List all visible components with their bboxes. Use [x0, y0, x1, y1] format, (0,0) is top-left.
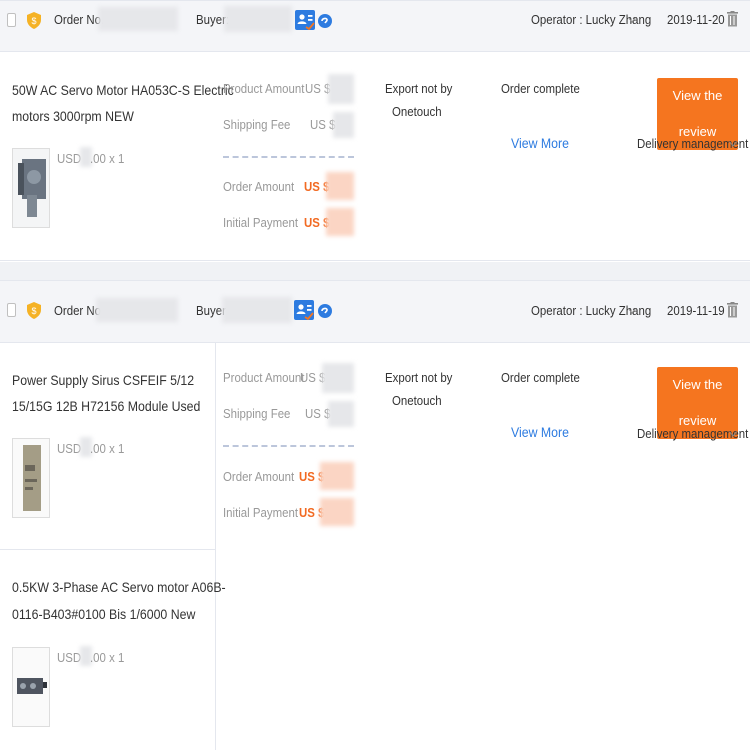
buyer-redacted	[222, 297, 292, 323]
contact-card-icon[interactable]	[295, 10, 315, 30]
checkbox-icon[interactable]	[7, 13, 16, 27]
product-price-prefix: USD	[57, 650, 82, 665]
order-status: Order complete	[501, 370, 580, 385]
order-amount-redacted	[320, 462, 354, 490]
gold-shield-icon: $	[27, 302, 41, 319]
shipping-fee-redacted	[333, 112, 354, 138]
shipping-fee-redacted	[328, 401, 354, 427]
view-more-link[interactable]: View More	[511, 135, 569, 151]
item-column-divider	[215, 343, 216, 750]
order-body: Power Supply Sirus CSFEIF 5/12 15/15G 12…	[0, 343, 750, 750]
shipping-fee-value: US $	[305, 406, 331, 421]
chevron-down-icon[interactable]	[729, 141, 737, 147]
initial-payment-redacted	[320, 498, 354, 526]
buyer-redacted	[224, 6, 292, 32]
initial-payment-label: Initial Payment	[223, 215, 299, 230]
product-title-line-2[interactable]: 15/15G 12B H72156 Module Used	[12, 398, 200, 414]
order-amount-redacted	[326, 172, 354, 200]
chevron-down-icon[interactable]	[729, 431, 737, 437]
export-status-line-1: Export not by	[385, 370, 453, 385]
shipping-fee-label: Shipping Fee	[223, 117, 291, 132]
amount-divider	[223, 445, 354, 447]
order-no-redacted	[98, 7, 178, 31]
order-separator	[0, 262, 750, 280]
product-price-prefix: USD	[57, 441, 82, 456]
initial-payment-label: Initial Payment	[223, 505, 299, 520]
shipping-fee-value: US $	[310, 117, 336, 132]
product-price-suffix: .00 x 1	[90, 441, 125, 456]
order-header: $ Order No. Buyer: Operator : Lucky Zhan…	[0, 0, 750, 52]
chevron-down-icon[interactable]	[628, 308, 636, 314]
product-image[interactable]	[12, 647, 50, 727]
product-price-prefix: USD	[57, 151, 82, 166]
order-amount-label: Order Amount	[223, 469, 295, 484]
trash-icon[interactable]	[727, 302, 738, 318]
order-date: 2019-11-19	[667, 303, 725, 318]
product-image[interactable]	[12, 438, 50, 518]
checkbox-icon[interactable]	[7, 303, 16, 317]
order-body: 50W AC Servo Motor HA053C-S Electric mot…	[0, 52, 750, 261]
svg-text:$: $	[31, 16, 36, 26]
product-title-line-2[interactable]: motors 3000rpm NEW	[12, 108, 134, 124]
order-header: $ Order No. Buyer: Operator : Lucky Zhan…	[0, 280, 750, 343]
view-more-link[interactable]: View More	[511, 424, 569, 440]
product-title-line-1[interactable]: 0.5KW 3-Phase AC Servo motor A06B-	[12, 579, 226, 595]
order-date: 2019-11-20	[667, 12, 725, 27]
product-amount-redacted	[322, 363, 354, 393]
order-amount-label: Order Amount	[223, 179, 295, 194]
product-amount-label: Product Amount	[223, 81, 305, 96]
chat-icon[interactable]	[317, 12, 333, 30]
product-price-suffix: .00 x 1	[90, 650, 125, 665]
order-no-label: Order No.	[54, 12, 105, 27]
svg-text:$: $	[31, 306, 36, 316]
item-row-divider	[0, 549, 215, 550]
trash-icon[interactable]	[727, 11, 738, 27]
product-price-suffix: .00 x 1	[90, 151, 125, 166]
initial-payment-redacted	[326, 208, 354, 236]
shipping-fee-label: Shipping Fee	[223, 406, 291, 421]
amount-divider	[223, 156, 354, 158]
contact-card-icon[interactable]	[294, 300, 314, 320]
product-amount-value: US $	[305, 81, 331, 96]
product-title-line-2[interactable]: 0116-B403#0100 Bis 1/6000 New	[12, 606, 195, 622]
product-amount-label: Product Amount	[223, 370, 305, 385]
product-image[interactable]	[12, 148, 50, 228]
chat-icon[interactable]	[317, 302, 333, 320]
export-status-line-1: Export not by	[385, 81, 453, 96]
product-amount-redacted	[328, 74, 354, 104]
gold-shield-icon: $	[27, 12, 41, 29]
export-status-line-2: Onetouch	[392, 104, 442, 119]
chevron-down-icon[interactable]	[628, 17, 636, 23]
order-status: Order complete	[501, 81, 580, 96]
export-status-line-2: Onetouch	[392, 393, 442, 408]
order-no-redacted	[96, 298, 178, 322]
product-title-line-1[interactable]: 50W AC Servo Motor HA053C-S Electric	[12, 82, 234, 98]
product-title-line-1[interactable]: Power Supply Sirus CSFEIF 5/12	[12, 372, 194, 388]
